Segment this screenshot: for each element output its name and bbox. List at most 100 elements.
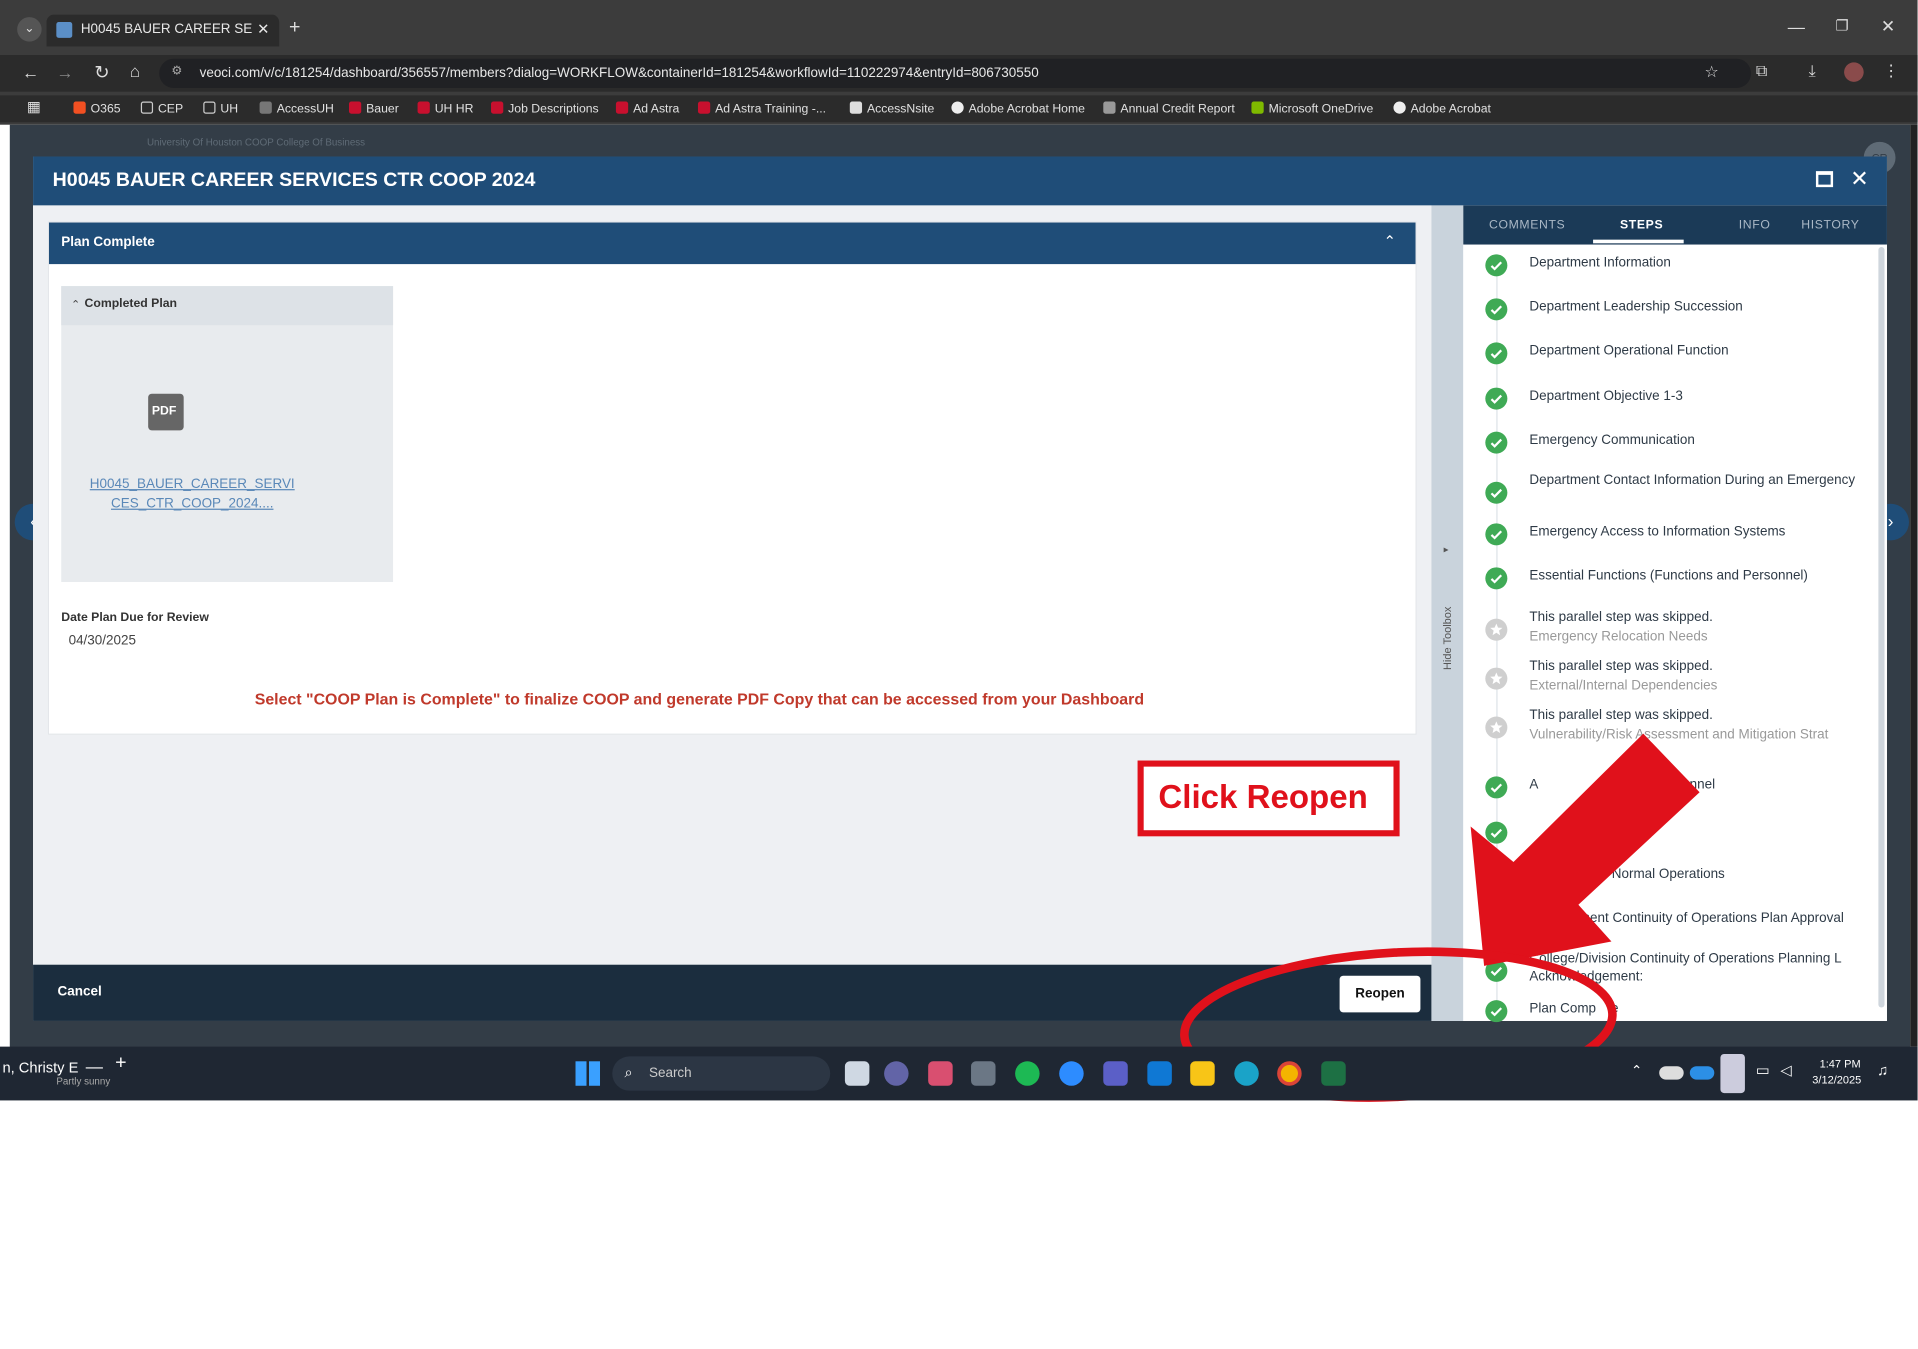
bookmark-microsoft-onedrive[interactable]: Microsoft OneDrive (1251, 101, 1373, 116)
extensions-icon[interactable]: ⧉ (1756, 61, 1767, 81)
reload-icon[interactable]: ↻ (94, 61, 109, 83)
bookmark-ad-astra[interactable]: Ad Astra (615, 101, 679, 116)
collapse-chevron-icon[interactable]: ⌃ (1384, 232, 1396, 249)
veoci-favicon-icon (56, 22, 73, 38)
check-circle-icon (1485, 387, 1508, 410)
file-explorer-icon[interactable] (1190, 1061, 1215, 1086)
step-label: Department Objective 1-3 (1529, 388, 1683, 404)
bookmark-accessuh[interactable]: AccessUH (259, 101, 334, 116)
taskbar-search-label: Search (648, 1066, 692, 1081)
calculator-icon[interactable] (971, 1061, 996, 1086)
bookmarks-bar: ▦ O365 CEP UH AccessUH Bauer UH HR Job D… (0, 95, 1918, 123)
minimize-widget-icon[interactable]: — (86, 1056, 103, 1076)
attachment-card: ⌃ Completed Plan PDF H0045_BAUER_CAREER_… (61, 286, 394, 583)
maximize-icon[interactable] (1815, 171, 1834, 188)
task-view-icon[interactable] (844, 1061, 870, 1086)
restore-icon[interactable]: ❐ (1836, 17, 1849, 34)
microphone-icon[interactable] (1720, 1053, 1745, 1094)
bookmark-job-descriptions[interactable]: Job Descriptions (491, 101, 599, 116)
weather-label: Partly sunny (56, 1075, 111, 1087)
bookmark-annual-credit-report[interactable]: Annual Credit Report (1103, 101, 1235, 116)
address-bar[interactable]: ⚙ veoci.com/v/c/181254/dashboard/356557/… (159, 58, 1752, 89)
user-label: n, Christy E (2, 1058, 79, 1076)
skipped-circle-icon (1485, 667, 1508, 690)
step-label: College/Division Continuity of Operation… (1529, 951, 1871, 985)
tab-steps[interactable]: STEPS (1620, 219, 1663, 232)
step-label: Emergency Communication (1529, 432, 1695, 448)
apps-icon[interactable]: ▦ (27, 98, 41, 115)
network-icon[interactable]: ▭ (1756, 1061, 1770, 1078)
start-windows-icon[interactable] (575, 1061, 601, 1086)
click-reopen-callout: Click Reopen (1137, 760, 1400, 837)
reopen-button[interactable]: Reopen (1339, 975, 1421, 1013)
volume-icon[interactable]: ◁ (1780, 1061, 1791, 1078)
browser-chrome: ⌄ H0045 BAUER CAREER SERVICE ✕ + — ❐ ✕ ←… (0, 0, 1918, 125)
bookmark-cep[interactable]: CEP (140, 101, 183, 116)
close-dialog-icon[interactable]: ✕ (1850, 166, 1868, 192)
bookmark-ad-astra-training[interactable]: Ad Astra Training -... (697, 101, 826, 116)
notification-bell-icon[interactable]: ♫ (1877, 1061, 1888, 1078)
bookmark-uh[interactable]: UH (203, 101, 238, 116)
excel-icon[interactable] (1321, 1061, 1346, 1086)
forward-icon[interactable]: → (56, 62, 73, 82)
edge-icon[interactable] (1234, 1061, 1259, 1086)
tab-comments[interactable]: COMMENTS (1489, 219, 1565, 232)
bookmark-o365[interactable]: O365 (73, 101, 121, 116)
browser-tab[interactable]: H0045 BAUER CAREER SERVICE ✕ (46, 14, 280, 47)
teams-icon[interactable] (1103, 1061, 1128, 1086)
hide-toolbox-label: Hide Toolbox (1441, 606, 1454, 671)
bookmark-bauer[interactable]: Bauer (348, 101, 399, 116)
profile-avatar-icon[interactable] (1844, 62, 1864, 82)
date-label: Date Plan Due for Review (61, 611, 209, 625)
cancel-button[interactable]: Cancel (58, 984, 102, 999)
chrome-icon[interactable] (1277, 1061, 1302, 1086)
address-row: ← → ↻ ⌂ ⚙ veoci.com/v/c/181254/dashboard… (0, 55, 1918, 92)
onedrive-business-icon[interactable] (1689, 1066, 1715, 1080)
pdf-download-link[interactable]: H0045_BAUER_CAREER_SERVICES_CTR_COOP_202… (88, 474, 296, 513)
skipped-circle-icon (1485, 618, 1508, 641)
back-icon[interactable]: ← (22, 62, 39, 82)
section-title: Plan Complete (61, 234, 155, 250)
workflow-dialog: H0045 BAUER CAREER SERVICES CTR COOP 202… (33, 156, 1887, 1023)
new-tab-button[interactable]: + (289, 17, 300, 39)
step-label: Plan Comp e (1529, 1001, 1619, 1017)
add-widget-icon[interactable]: + (115, 1053, 126, 1075)
pdf-file-icon[interactable]: PDF (148, 393, 184, 431)
clock-time[interactable]: 1:47 PM (1820, 1058, 1861, 1070)
tab-title: H0045 BAUER CAREER SERVICE (80, 22, 253, 37)
clock-date[interactable]: 3/12/2025 (1812, 1074, 1861, 1086)
step-label: Department Contact Information During an… (1529, 473, 1856, 488)
snipping-tool-icon[interactable] (928, 1061, 953, 1086)
hide-toolbox-bar[interactable]: ▸ Hide Toolbox (1431, 205, 1464, 1021)
home-icon[interactable]: ⌂ (130, 61, 140, 81)
tab-search-button[interactable]: ⌄ (17, 17, 42, 42)
tab-history[interactable]: HISTORY (1801, 219, 1859, 232)
menu-icon[interactable]: ⋮ (1883, 61, 1899, 81)
bookmark-accessnsite[interactable]: AccessNsite (849, 101, 934, 116)
teams-chat-icon[interactable] (884, 1061, 909, 1086)
outlook-icon[interactable] (1147, 1061, 1172, 1086)
minimize-icon[interactable]: — (1788, 17, 1805, 37)
close-window-icon[interactable]: ✕ (1881, 16, 1895, 37)
zoom-icon[interactable] (1059, 1061, 1084, 1086)
steps-scrollbar[interactable] (1878, 246, 1885, 1008)
bookmark-star-icon[interactable]: ☆ (1705, 62, 1719, 82)
check-circle-icon (1485, 821, 1508, 844)
dialog-title: H0045 BAUER CAREER SERVICES CTR COOP 202… (52, 169, 536, 191)
site-info-icon[interactable]: ⚙ (171, 65, 182, 78)
check-circle-icon (1485, 959, 1508, 982)
bookmark-uh-hr[interactable]: UH HR (417, 101, 473, 116)
taskbar-search-box[interactable]: ⌕ Search (612, 1056, 831, 1091)
dialog-header: H0045 BAUER CAREER SERVICES CTR COOP 202… (33, 156, 1887, 206)
bookmark-adobe-acrobat[interactable]: Adobe Acrobat (1393, 101, 1491, 116)
download-icon[interactable]: ⤓ (1809, 61, 1816, 81)
onedrive-personal-icon[interactable] (1659, 1066, 1684, 1080)
tab-info[interactable]: INFO (1739, 219, 1771, 232)
section-header[interactable]: Plan Complete ⌃ (48, 222, 1416, 265)
bookmark-adobe-acrobat-home[interactable]: Adobe Acrobat Home (951, 101, 1085, 116)
spotify-icon[interactable] (1015, 1061, 1040, 1086)
tray-chevron-icon[interactable]: ⌃ (1631, 1063, 1642, 1079)
attachment-card-header[interactable]: ⌃ Completed Plan (61, 286, 394, 326)
instruction-text: Select "COOP Plan is Complete" to finali… (254, 689, 1145, 708)
close-tab-icon[interactable]: ✕ (257, 21, 269, 38)
